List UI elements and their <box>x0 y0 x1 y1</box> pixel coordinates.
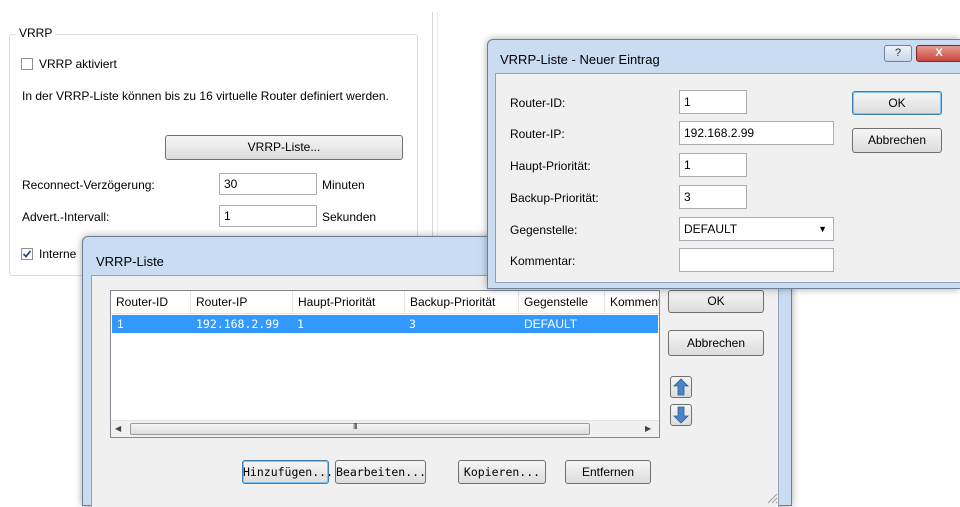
vrrp-group-title: VRRP <box>16 26 56 40</box>
advert-input[interactable]: 1 <box>219 205 317 227</box>
column-header-router-ip[interactable]: Router-IP <box>191 291 293 313</box>
arrow-up-icon <box>673 378 689 396</box>
new-entry-dialog: VRRP-Liste - Neuer Eintrag ? X Router-ID… <box>487 39 960 289</box>
backup-priority-input[interactable]: 3 <box>679 185 747 209</box>
backup-priority-label: Backup-Priorität: <box>510 191 599 205</box>
cell-router-ip: 192.168.2.99 <box>196 317 280 331</box>
cell-gegenstelle: DEFAULT <box>524 317 578 331</box>
new-entry-client: Router-ID: 1 Router-IP: 192.168.2.99 Hau… <box>495 73 960 283</box>
edit-button[interactable]: Bearbeiten... <box>335 460 426 484</box>
vrrp-list-client: Router-ID Router-IP Haupt-Priorität Back… <box>91 275 779 507</box>
cell-router-id: 1 <box>117 317 124 331</box>
copy-button[interactable]: Kopieren... <box>458 460 546 484</box>
table-header: Router-ID Router-IP Haupt-Priorität Back… <box>111 291 659 314</box>
new-entry-title: VRRP-Liste - Neuer Eintrag <box>500 52 660 67</box>
gegenstelle-label: Gegenstelle: <box>510 223 578 237</box>
scroll-thumb-grip: III <box>353 422 358 431</box>
help-icon: ? <box>894 47 902 59</box>
vrrp-list-table[interactable]: Router-ID Router-IP Haupt-Priorität Back… <box>110 290 660 438</box>
vrrp-info-text: In der VRRP-Liste können bis zu 16 virtu… <box>22 89 389 103</box>
reconnect-input[interactable]: 30 <box>219 173 317 195</box>
new-entry-cancel-button[interactable]: Abbrechen <box>852 128 942 153</box>
router-ip-input[interactable]: 192.168.2.99 <box>679 121 834 145</box>
move-down-button[interactable] <box>670 404 692 426</box>
vrrp-list-title: VRRP-Liste <box>96 254 164 269</box>
column-header-backup[interactable]: Backup-Priorität <box>405 291 519 313</box>
router-ip-label: Router-IP: <box>510 127 565 141</box>
cell-backup: 3 <box>409 317 416 331</box>
resize-grip-icon[interactable] <box>766 492 778 504</box>
close-icon: X <box>935 47 943 59</box>
router-id-label: Router-ID: <box>510 96 566 110</box>
kommentar-label: Kommentar: <box>510 254 576 268</box>
column-header-gegenstelle[interactable]: Gegenstelle <box>519 291 605 313</box>
vrrp-enable-label: VRRP aktiviert <box>39 57 117 71</box>
internal-checkbox[interactable] <box>21 248 33 260</box>
cell-haupt: 1 <box>297 317 304 331</box>
scroll-thumb[interactable]: III <box>130 422 590 435</box>
column-header-haupt[interactable]: Haupt-Priorität <box>293 291 405 313</box>
chevron-down-icon: ▼ <box>818 224 827 234</box>
help-button[interactable]: ? <box>884 45 912 62</box>
haupt-priority-label: Haupt-Priorität: <box>510 159 591 173</box>
kommentar-input[interactable] <box>679 248 834 272</box>
column-header-kommentar[interactable]: Komment <box>605 291 659 313</box>
move-up-button[interactable] <box>670 376 692 398</box>
advert-label: Advert.-Intervall: <box>22 210 110 224</box>
gegenstelle-value: DEFAULT <box>684 222 738 236</box>
reconnect-label: Reconnect-Verzögerung: <box>22 178 155 192</box>
close-button[interactable]: X <box>916 45 960 62</box>
scroll-left-arrow-icon[interactable]: ◀ <box>115 424 121 433</box>
router-id-input[interactable]: 1 <box>679 90 747 114</box>
new-entry-ok-button[interactable]: OK <box>852 91 942 115</box>
panel-separator <box>432 12 433 242</box>
remove-button[interactable]: Entfernen <box>565 460 651 484</box>
arrow-down-icon <box>673 406 689 424</box>
panel-separator-2 <box>437 12 438 242</box>
internal-label: Interne <box>39 247 77 261</box>
advert-unit: Sekunden <box>322 210 377 224</box>
gegenstelle-select[interactable]: DEFAULT ▼ <box>679 217 834 241</box>
scroll-right-arrow-icon[interactable]: ▶ <box>645 424 651 433</box>
add-button[interactable]: Hinzufügen... <box>242 460 333 484</box>
haupt-priority-input[interactable]: 1 <box>679 153 747 177</box>
reconnect-unit: Minuten <box>322 178 365 192</box>
list-ok-button[interactable]: OK <box>668 290 764 313</box>
list-cancel-button[interactable]: Abbrechen <box>668 330 764 356</box>
table-row[interactable]: 1 192.168.2.99 1 3 DEFAULT <box>112 315 658 333</box>
checkmark-icon <box>22 250 32 258</box>
vrrp-list-button[interactable]: VRRP-Liste... <box>165 135 403 160</box>
column-header-router-id[interactable]: Router-ID <box>111 291 191 313</box>
vrrp-enable-checkbox[interactable] <box>21 58 33 70</box>
horizontal-scrollbar[interactable]: ◀ III ▶ <box>111 420 659 437</box>
